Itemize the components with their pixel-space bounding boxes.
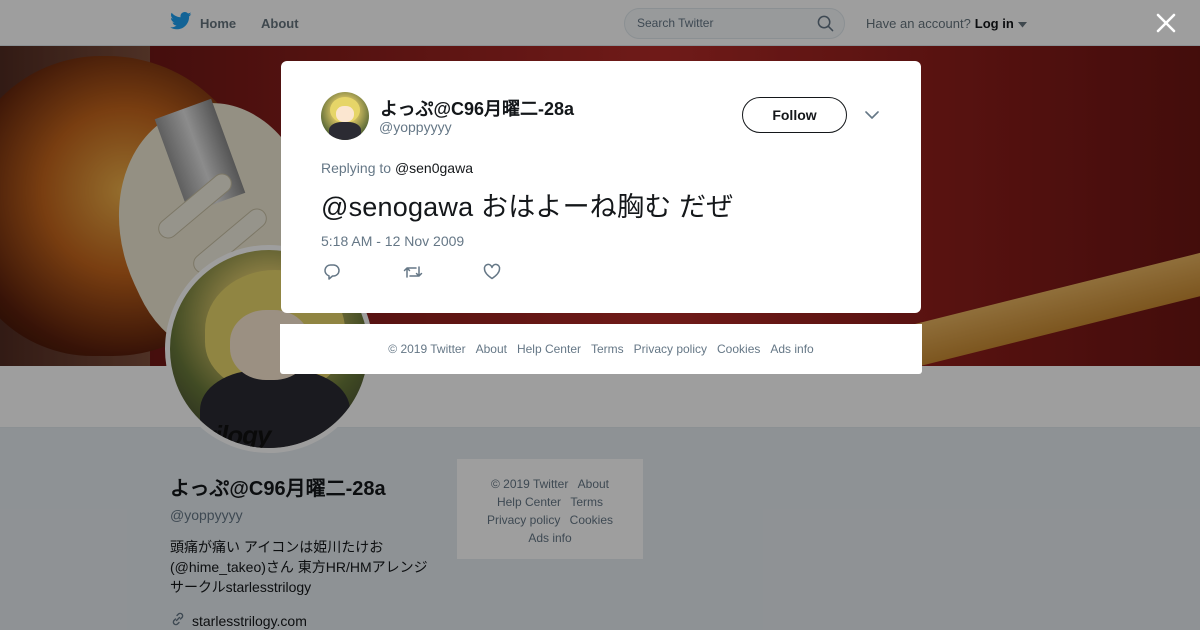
like-button[interactable] <box>483 263 563 283</box>
replying-to-handle[interactable]: @sen0gawa <box>395 160 473 176</box>
replying-prefix: Replying to <box>321 160 392 176</box>
avatar-dress <box>329 122 361 140</box>
tweet-text: @senogawa おはよーね胸む だぜ <box>321 192 734 222</box>
heart-icon <box>483 263 501 285</box>
modal-footer: © 2019 Twitter About Help Center Terms P… <box>280 324 922 374</box>
footer-cookies-link[interactable]: Cookies <box>717 342 760 356</box>
close-icon[interactable] <box>1155 12 1179 36</box>
retweet-icon <box>403 266 423 285</box>
reply-button[interactable] <box>323 263 403 283</box>
replying-to: Replying to @sen0gawa <box>321 160 473 176</box>
footer-privacy-link[interactable]: Privacy policy <box>634 342 707 356</box>
avatar-face <box>336 106 354 122</box>
footer-terms-link[interactable]: Terms <box>591 342 624 356</box>
chevron-down-icon[interactable] <box>865 107 879 125</box>
tweet-author-handle[interactable]: @yoppyyyy <box>379 119 452 135</box>
footer-help-link[interactable]: Help Center <box>517 342 581 356</box>
footer-ads-link[interactable]: Ads info <box>770 342 813 356</box>
follow-button[interactable]: Follow <box>742 97 847 133</box>
footer-copyright: © 2019 Twitter <box>388 342 466 356</box>
footer-about-link[interactable]: About <box>476 342 507 356</box>
tweet-author-avatar[interactable] <box>321 92 369 140</box>
tweet-author-name[interactable]: よっぷ@C96月曜二-28a <box>380 95 574 121</box>
tweet-actions <box>323 263 563 283</box>
reply-icon <box>323 264 341 285</box>
tweet-timestamp[interactable]: 5:18 AM - 12 Nov 2009 <box>321 233 464 249</box>
tweet-modal: よっぷ@C96月曜二-28a @yoppyyyy Follow Replying… <box>281 61 921 313</box>
retweet-button[interactable] <box>403 263 483 283</box>
